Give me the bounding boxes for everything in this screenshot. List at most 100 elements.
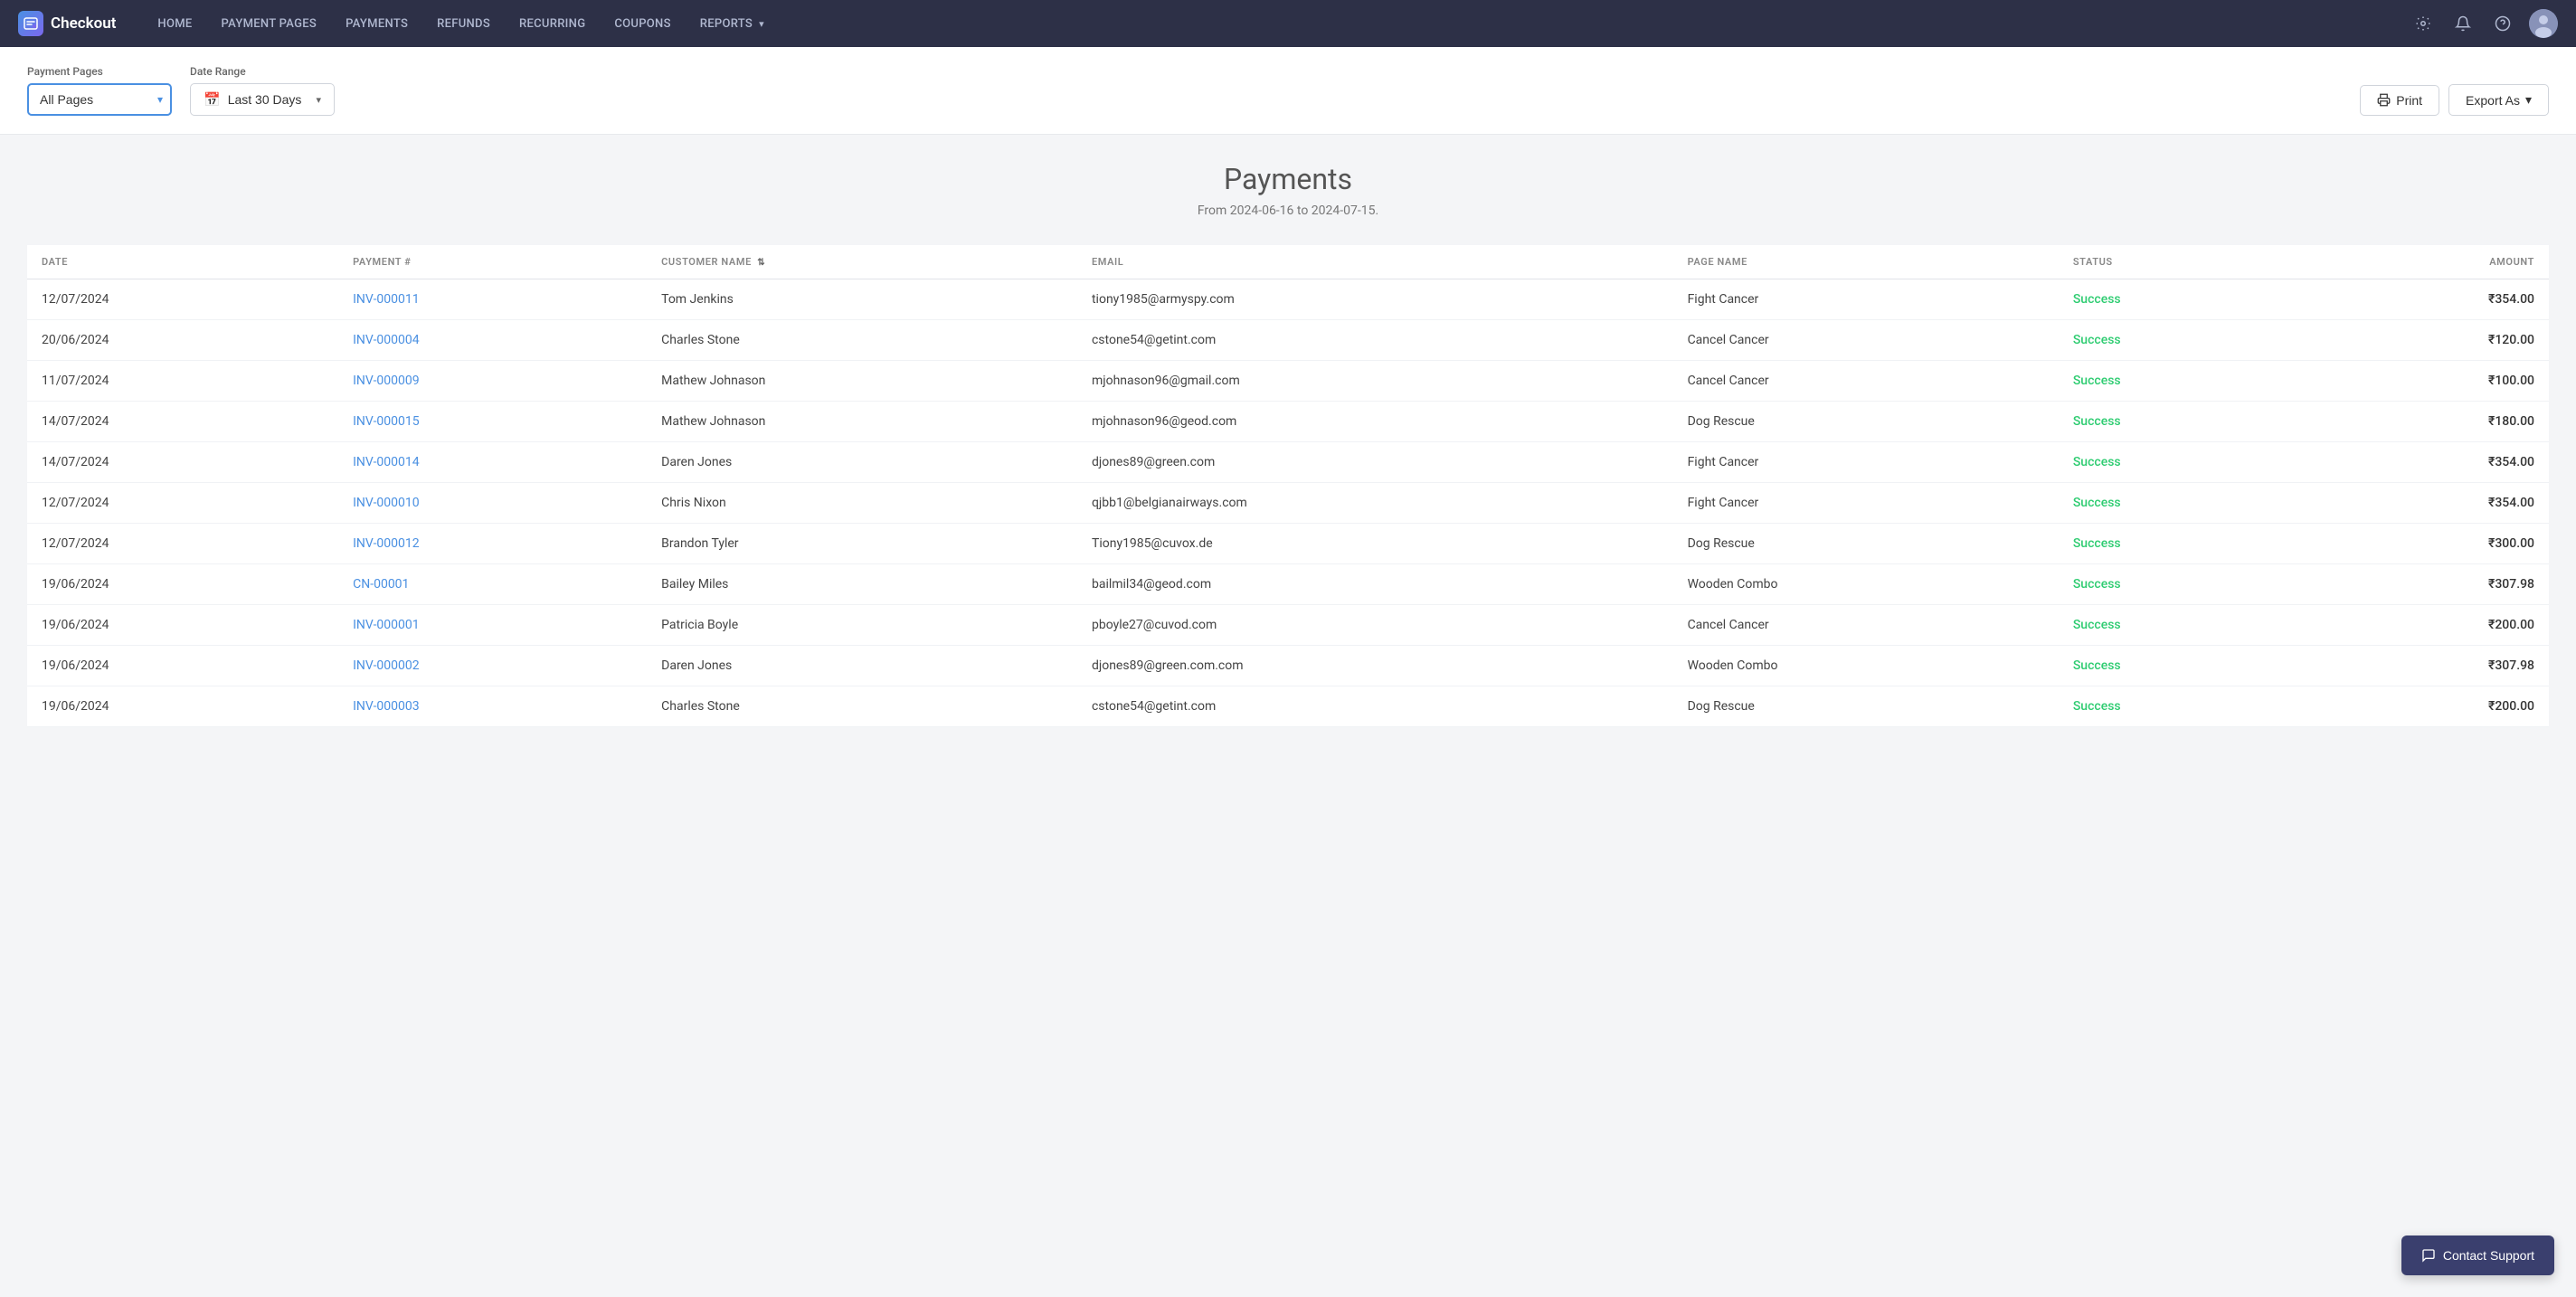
cell-payment-num[interactable]: INV-000004	[338, 320, 647, 361]
export-button[interactable]: Export As ▾	[2448, 84, 2549, 116]
table-header: DATE PAYMENT # CUSTOMER NAME ⇅ EMAIL PAG…	[27, 245, 2549, 279]
cell-status: Success	[2059, 605, 2306, 646]
cell-payment-num[interactable]: INV-000014	[338, 442, 647, 483]
table-row: 12/07/2024 INV-000011 Tom Jenkins tiony1…	[27, 279, 2549, 320]
payment-link[interactable]: INV-000009	[353, 374, 420, 388]
cell-customer: Bailey Miles	[647, 564, 1077, 605]
payment-pages-select[interactable]: All Pages	[27, 83, 172, 116]
cell-amount: ₹307.98	[2306, 646, 2549, 686]
cell-customer: Tom Jenkins	[647, 279, 1077, 320]
help-icon	[2495, 15, 2511, 32]
payment-link[interactable]: INV-000004	[353, 333, 420, 347]
cell-page-name: Wooden Combo	[1673, 564, 2059, 605]
table-row: 20/06/2024 INV-000004 Charles Stone csto…	[27, 320, 2549, 361]
bell-icon	[2455, 15, 2471, 32]
status-badge: Success	[2073, 374, 2121, 388]
navbar: Checkout HOME PAYMENT PAGES PAYMENTS REF…	[0, 0, 2576, 47]
cell-email: Tiony1985@cuvox.de	[1077, 524, 1673, 564]
payment-link[interactable]: INV-000003	[353, 699, 420, 714]
cell-page-name: Fight Cancer	[1673, 279, 2059, 320]
settings-button[interactable]	[2410, 10, 2437, 37]
cell-email: djones89@green.com	[1077, 442, 1673, 483]
content-area: Payment Pages All Pages ▾ Date Range 📅 L…	[0, 47, 2576, 1297]
nav-refunds[interactable]: REFUNDS	[422, 0, 505, 47]
payment-link[interactable]: INV-000011	[353, 292, 420, 307]
cell-customer: Daren Jones	[647, 442, 1077, 483]
cell-email: djones89@green.com.com	[1077, 646, 1673, 686]
cell-date: 19/06/2024	[27, 564, 338, 605]
status-badge: Success	[2073, 292, 2121, 307]
nav-coupons[interactable]: COUPONS	[600, 0, 685, 47]
cell-date: 19/06/2024	[27, 686, 338, 727]
nav-payment-pages[interactable]: PAYMENT PAGES	[207, 0, 332, 47]
cell-payment-num[interactable]: INV-000010	[338, 483, 647, 524]
date-range-group: Date Range 📅 Last 30 Days ▾	[190, 65, 335, 116]
cell-payment-num[interactable]: CN-00001	[338, 564, 647, 605]
cell-date: 12/07/2024	[27, 279, 338, 320]
payment-link[interactable]: CN-00001	[353, 577, 409, 592]
cell-email: cstone54@getint.com	[1077, 686, 1673, 727]
cell-email: mjohnason96@gmail.com	[1077, 361, 1673, 402]
status-badge: Success	[2073, 618, 2121, 632]
date-range-label: Date Range	[190, 65, 335, 78]
cell-payment-num[interactable]: INV-000015	[338, 402, 647, 442]
cell-page-name: Fight Cancer	[1673, 483, 2059, 524]
cell-date: 19/06/2024	[27, 605, 338, 646]
nav-reports[interactable]: REPORTS ▾	[686, 0, 779, 47]
cell-page-name: Dog Rescue	[1673, 686, 2059, 727]
cell-email: bailmil34@geod.com	[1077, 564, 1673, 605]
cell-payment-num[interactable]: INV-000003	[338, 686, 647, 727]
col-email: EMAIL	[1077, 245, 1673, 279]
payment-link[interactable]: INV-000012	[353, 536, 420, 551]
cell-amount: ₹354.00	[2306, 483, 2549, 524]
report-subtitle: From 2024-06-16 to 2024-07-15.	[27, 204, 2549, 218]
cell-status: Success	[2059, 361, 2306, 402]
cell-customer: Charles Stone	[647, 686, 1077, 727]
export-label: Export As	[2466, 93, 2520, 108]
user-avatar[interactable]	[2529, 9, 2558, 38]
cell-date: 14/07/2024	[27, 442, 338, 483]
help-button[interactable]	[2489, 10, 2516, 37]
cell-date: 14/07/2024	[27, 402, 338, 442]
cell-date: 20/06/2024	[27, 320, 338, 361]
payment-link[interactable]: INV-000014	[353, 455, 420, 469]
date-range-button[interactable]: 📅 Last 30 Days ▾	[190, 83, 335, 116]
cell-amount: ₹120.00	[2306, 320, 2549, 361]
cell-payment-num[interactable]: INV-000011	[338, 279, 647, 320]
contact-support-button[interactable]: Contact Support	[2401, 1235, 2554, 1275]
cell-status: Success	[2059, 686, 2306, 727]
cell-amount: ₹180.00	[2306, 402, 2549, 442]
payment-link[interactable]: INV-000010	[353, 496, 420, 510]
status-badge: Success	[2073, 455, 2121, 469]
cell-payment-num[interactable]: INV-000012	[338, 524, 647, 564]
cell-payment-num[interactable]: INV-000002	[338, 646, 647, 686]
nav-payments[interactable]: PAYMENTS	[331, 0, 422, 47]
cell-status: Success	[2059, 483, 2306, 524]
report-title: Payments	[27, 162, 2549, 196]
payment-link[interactable]: INV-000001	[353, 618, 420, 632]
cell-email: mjohnason96@geod.com	[1077, 402, 1673, 442]
print-button[interactable]: Print	[2360, 85, 2439, 116]
cell-payment-num[interactable]: INV-000009	[338, 361, 647, 402]
table-row: 14/07/2024 INV-000015 Mathew Johnason mj…	[27, 402, 2549, 442]
cell-date: 11/07/2024	[27, 361, 338, 402]
cell-page-name: Fight Cancer	[1673, 442, 2059, 483]
cell-status: Success	[2059, 279, 2306, 320]
cell-amount: ₹307.98	[2306, 564, 2549, 605]
cell-payment-num[interactable]: INV-000001	[338, 605, 647, 646]
cell-status: Success	[2059, 646, 2306, 686]
payment-link[interactable]: INV-000015	[353, 414, 420, 429]
brand-logo[interactable]: Checkout	[18, 11, 116, 36]
nav-home[interactable]: HOME	[143, 0, 206, 47]
notifications-button[interactable]	[2449, 10, 2477, 37]
cell-status: Success	[2059, 402, 2306, 442]
cell-amount: ₹354.00	[2306, 442, 2549, 483]
nav-recurring[interactable]: RECURRING	[505, 0, 600, 47]
logo-icon	[18, 11, 43, 36]
cell-date: 12/07/2024	[27, 524, 338, 564]
cell-status: Success	[2059, 524, 2306, 564]
table-row: 19/06/2024 INV-000003 Charles Stone csto…	[27, 686, 2549, 727]
payment-link[interactable]: INV-000002	[353, 658, 420, 673]
cell-date: 12/07/2024	[27, 483, 338, 524]
col-amount: AMOUNT	[2306, 245, 2549, 279]
